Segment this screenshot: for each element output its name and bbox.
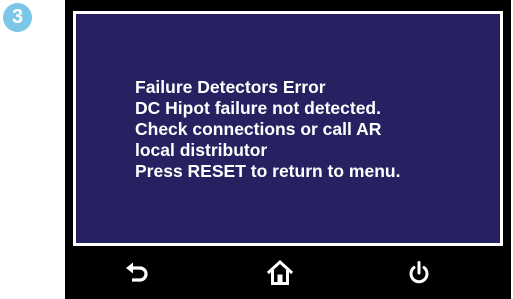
back-arrow-icon <box>126 262 148 282</box>
error-message-line: Check connections or call AR <box>135 119 382 139</box>
error-message-line: local distributor <box>135 140 268 160</box>
error-screen: Failure Detectors Error DC Hipot failure… <box>73 11 503 246</box>
bottom-toolbar <box>65 251 511 299</box>
error-message-line: Press RESET to return to menu. <box>135 161 401 181</box>
device-display: Failure Detectors Error DC Hipot failure… <box>65 0 511 299</box>
power-icon <box>409 261 429 284</box>
step-number-badge: 3 <box>3 3 32 32</box>
back-button[interactable] <box>115 251 159 295</box>
home-icon <box>266 259 294 285</box>
error-message: Failure Detectors Error DC Hipot failure… <box>135 77 400 182</box>
power-button[interactable] <box>397 251 441 295</box>
error-message-line: Failure Detectors Error <box>135 77 326 97</box>
home-button[interactable] <box>258 251 302 295</box>
error-message-line: DC Hipot failure not detected. <box>135 98 381 118</box>
